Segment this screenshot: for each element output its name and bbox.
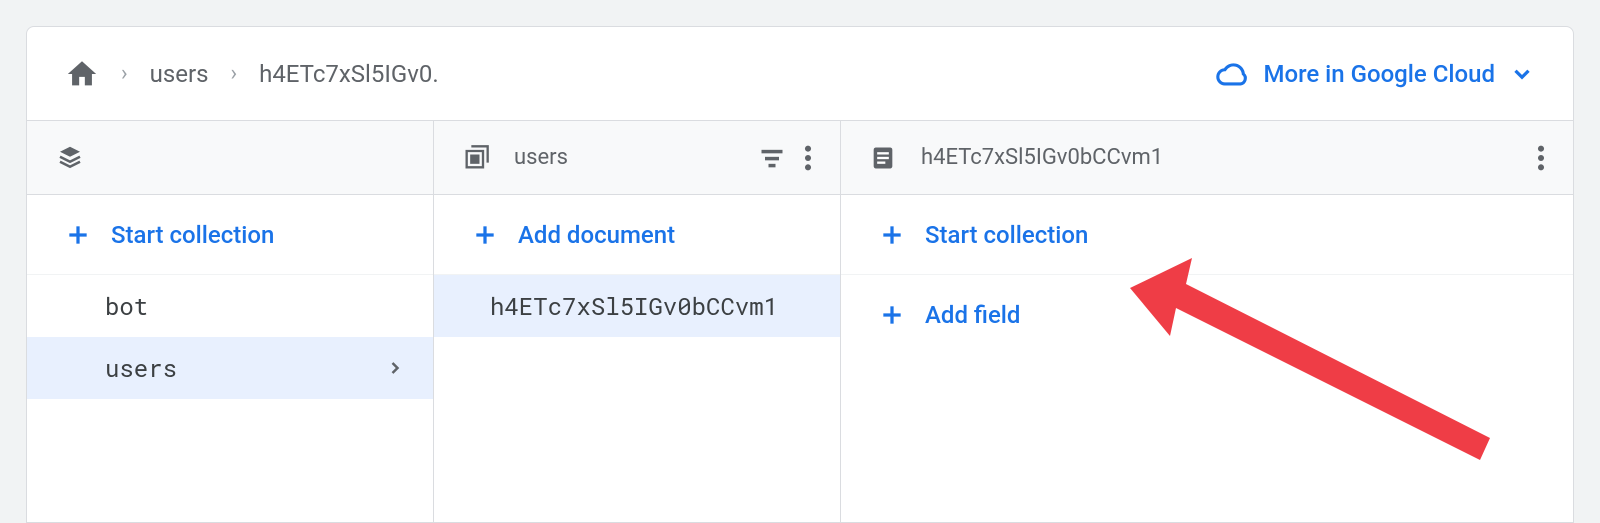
collection-item-label: users (105, 352, 177, 384)
breadcrumb-separator-icon: › (230, 61, 237, 86)
plus-icon (472, 222, 498, 248)
collection-item-users[interactable]: users (27, 337, 433, 399)
more-menu-icon[interactable] (1537, 144, 1545, 172)
start-collection-button[interactable]: Start collection (27, 195, 433, 275)
database-root-icon (55, 143, 85, 173)
chevron-right-icon (385, 358, 405, 378)
collection-item-label: bot (105, 290, 148, 322)
fields-column-header: h4ETc7xSl5IGv0bCCvm1 (841, 121, 1573, 195)
breadcrumb-item-document[interactable]: h4ETc7xSl5IGv0. (259, 60, 439, 88)
top-bar: › users › h4ETc7xSl5IGv0. More in Google… (27, 27, 1573, 121)
cloud-icon (1215, 61, 1249, 87)
filter-icon[interactable] (758, 144, 786, 172)
columns: Start collection bot users users (27, 121, 1573, 522)
start-subcollection-label: Start collection (925, 221, 1088, 249)
collection-icon (462, 144, 490, 172)
more-menu-icon[interactable] (804, 144, 812, 172)
chevron-down-icon (1509, 61, 1535, 87)
documents-column-title: users (514, 145, 568, 170)
more-in-google-cloud-label: More in Google Cloud (1263, 60, 1495, 88)
add-document-button[interactable]: Add document (434, 195, 840, 275)
document-item-label: h4ETc7xSl5IGv0bCCvm1 (490, 290, 778, 322)
root-column-header (27, 121, 433, 195)
breadcrumb: › users › h4ETc7xSl5IGv0. (65, 57, 439, 91)
start-subcollection-button[interactable]: Start collection (841, 195, 1573, 275)
add-field-button[interactable]: Add field (841, 275, 1573, 355)
breadcrumb-item-users[interactable]: users (150, 60, 209, 88)
breadcrumb-separator-icon: › (121, 61, 128, 86)
add-field-label: Add field (925, 301, 1020, 329)
add-document-label: Add document (518, 221, 675, 249)
root-column: Start collection bot users (27, 121, 434, 522)
home-icon[interactable] (65, 57, 99, 91)
fields-column: h4ETc7xSl5IGv0bCCvm1 Start collection Ad… (841, 121, 1573, 522)
more-in-google-cloud-link[interactable]: More in Google Cloud (1215, 60, 1535, 88)
collection-item-bot[interactable]: bot (27, 275, 433, 337)
plus-icon (879, 222, 905, 248)
document-icon (869, 144, 897, 172)
documents-column-header: users (434, 121, 840, 195)
plus-icon (65, 222, 91, 248)
firestore-panel: › users › h4ETc7xSl5IGv0. More in Google… (26, 26, 1574, 523)
start-collection-label: Start collection (111, 221, 274, 249)
documents-column: users Add document h4ETc7xSl5IGv0bCCvm1 (434, 121, 841, 522)
plus-icon (879, 302, 905, 328)
fields-column-title: h4ETc7xSl5IGv0bCCvm1 (921, 145, 1163, 170)
document-item[interactable]: h4ETc7xSl5IGv0bCCvm1 (434, 275, 840, 337)
